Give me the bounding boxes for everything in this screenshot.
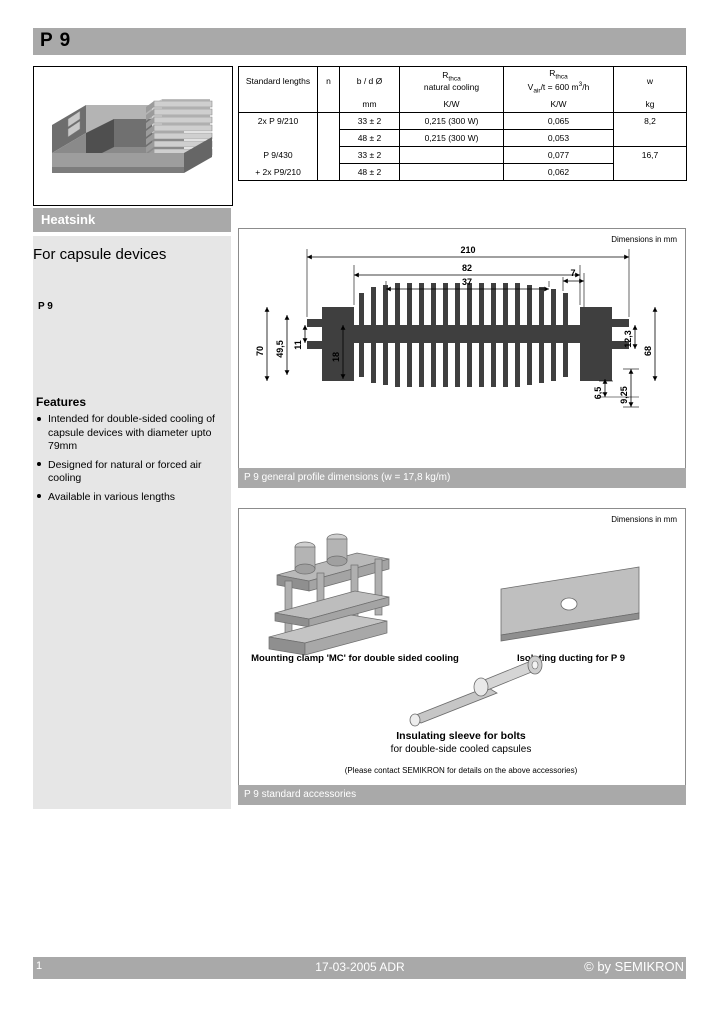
list-item: Available in various lengths [36, 491, 232, 505]
table-row: 2x P 9/210 33 ± 2 0,215 (300 W) 0,065 8,… [238, 112, 687, 131]
th-bd: b / d Ø [339, 66, 400, 96]
cell-rth-natural: 0,215 (300 W) [399, 129, 504, 148]
unit-cell [317, 95, 340, 114]
cell-rth-forced: 0,053 [503, 129, 614, 148]
cell-n [317, 146, 340, 164]
page-title: P 9 [40, 30, 72, 51]
cell-rth-forced: 0,062 [503, 163, 614, 182]
dim-37: 37 [462, 277, 472, 287]
cell-rth-natural: 0,215 (300 W) [399, 112, 504, 131]
accessories-panel: Dimensions in mm Mounting clamp 'MC' for… [238, 508, 686, 786]
list-item: Intended for double-sided cooling of cap… [36, 413, 232, 454]
feature-text: Designed for natural or forced air cooli… [48, 458, 202, 485]
cell-rth-natural [399, 146, 504, 165]
th-weight: w [613, 66, 687, 96]
dim-12-3: 12,3 [623, 330, 633, 348]
cell-lengths: 2x P 9/210 [238, 112, 318, 130]
heatsink-photo-graphic [34, 67, 230, 203]
cell-bd: 48 ± 2 [339, 163, 400, 182]
dim-18: 18 [331, 352, 341, 362]
bullet-icon [37, 416, 41, 421]
cell-rth-forced: 0,077 [503, 146, 614, 165]
cell-bd: 33 ± 2 [339, 112, 400, 131]
unit-kg: kg [613, 95, 687, 114]
figure2-caption-bar: P 9 standard accessories [238, 785, 686, 805]
cell-n [317, 163, 340, 182]
bullet-icon [37, 494, 41, 498]
cell-rth-natural [399, 163, 504, 182]
dim-70: 70 [255, 346, 265, 356]
table-row: + 2x P9/210 48 ± 2 0,062 [238, 163, 687, 182]
product-heading: For capsule devices [33, 246, 167, 263]
dim-9-25: 9,25 [619, 386, 629, 404]
unit-kw-forced: K/W [503, 95, 614, 114]
dim-68-right: 68 [643, 346, 653, 356]
cell-weight [613, 129, 687, 148]
cell-rth-forced: 0,065 [503, 112, 614, 131]
header-bar [33, 28, 686, 55]
product-code: P 9 [38, 301, 53, 312]
dim-49-5: 49,5 [275, 340, 285, 358]
cell-lengths [238, 129, 318, 147]
feature-text: Available in various lengths [48, 490, 176, 503]
feature-text: Intended for double-sided cooling of cap… [48, 413, 215, 452]
cell-n [317, 129, 340, 147]
profile-drawing: 210 82 37 7 70 49,5 11 18 68 12,3 6,5 9,… [255, 245, 658, 408]
sleeve-subtitle: for double-side cooled capsules [391, 744, 532, 755]
table-row: 48 ± 2 0,215 (300 W) 0,053 [238, 129, 687, 148]
th-n: n [317, 66, 340, 96]
unit-kw-natural: K/W [399, 95, 504, 114]
th-rth-forced: Rthca Vair/t = 600 m3/h [503, 66, 614, 96]
features-list: Intended for double-sided cooling of cap… [36, 413, 232, 509]
cell-bd: 33 ± 2 [339, 146, 400, 165]
heatsink-caption-bar: Heatsink [33, 208, 231, 232]
cell-weight [613, 163, 687, 182]
footer-copyright: © by SEMIKRON [584, 959, 684, 974]
accessories-note: (Please contact SEMIKRON for details on … [345, 766, 578, 775]
accessory-label-1: Mounting clamp 'MC' for double sided coo… [251, 653, 459, 664]
left-info-panel [33, 236, 231, 809]
heatsink-photo [33, 66, 233, 206]
dim-6-5: 6,5 [593, 387, 603, 400]
cell-lengths: P 9/430 [238, 146, 318, 164]
cell-n [317, 112, 340, 130]
dimensions-note: Dimensions in mm [611, 235, 677, 244]
cell-weight: 8,2 [613, 112, 687, 130]
dimensions-note: Dimensions in mm [611, 515, 677, 524]
list-item: Designed for natural or forced air cooli… [36, 459, 232, 486]
unit-mm: mm [339, 95, 400, 114]
th-standard-lengths: Standard lengths [238, 66, 318, 96]
figure2-caption: P 9 standard accessories [244, 789, 357, 800]
specification-table: Standard lengths n b / d Ø Rthca natural… [238, 66, 687, 182]
dim-7: 7 [570, 268, 575, 278]
datasheet-page: P 9 Heatsink For capsule devices P 9 Fea… [0, 0, 720, 1012]
heatsink-caption-label: Heatsink [41, 212, 96, 227]
figure1-caption: P 9 general profile dimensions (w = 17,8… [244, 472, 451, 483]
cell-bd: 48 ± 2 [339, 129, 400, 148]
accessories-drawing: Mounting clamp 'MC' for double sided coo… [239, 509, 683, 783]
table-row: P 9/430 33 ± 2 0,077 16,7 [238, 146, 687, 165]
dim-82: 82 [462, 263, 472, 273]
unit-cell [238, 95, 318, 114]
cell-lengths: + 2x P9/210 [238, 163, 318, 182]
dim-11: 11 [293, 340, 303, 350]
dim-210: 210 [460, 245, 475, 255]
sleeve-title: Insulating sleeve for bolts [396, 730, 526, 742]
cell-weight: 16,7 [613, 146, 687, 164]
th-rth-natural: Rthca natural cooling [399, 66, 504, 96]
bullet-icon [37, 462, 41, 466]
profile-drawing-panel: Dimensions in mm 210 82 37 7 70 49,5 11 … [238, 228, 686, 470]
figure1-caption-bar: P 9 general profile dimensions (w = 17,8… [238, 468, 686, 488]
features-heading: Features [36, 395, 87, 409]
